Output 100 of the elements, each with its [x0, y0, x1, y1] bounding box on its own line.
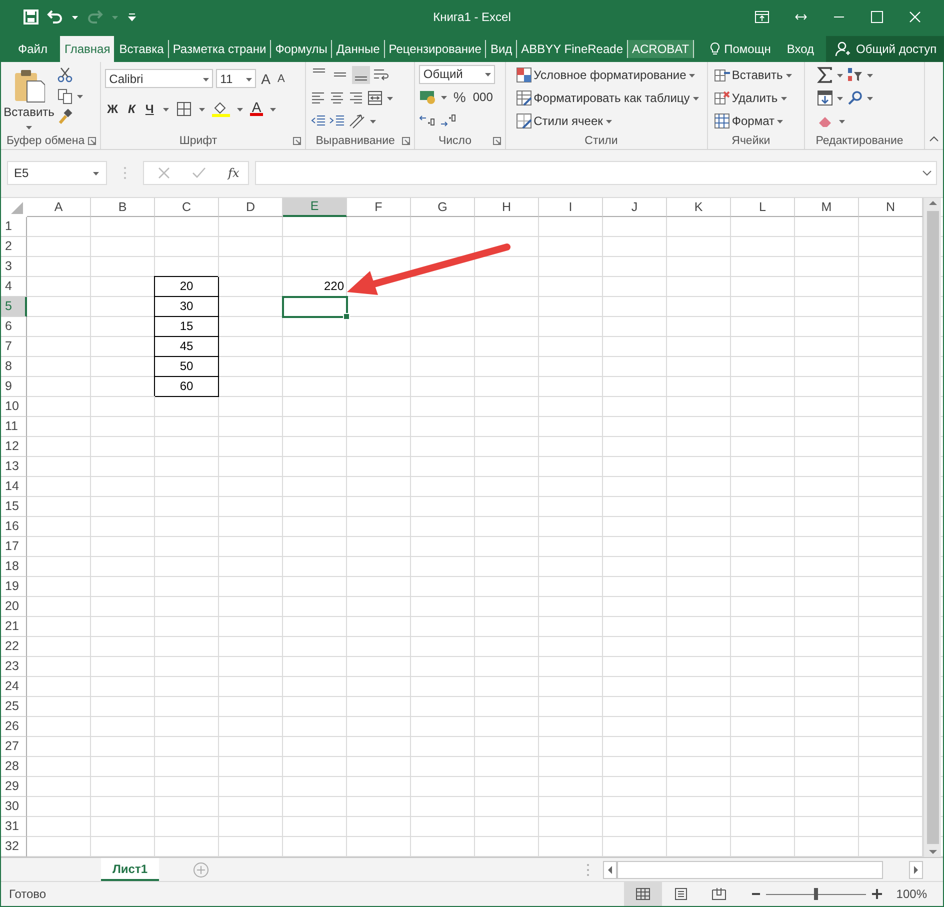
ribbon-tab[interactable]: Данные [331, 40, 384, 58]
row-header[interactable]: 7 [1, 336, 27, 357]
table-cell[interactable]: 20 [155, 276, 219, 297]
shrink-font-button[interactable]: A [276, 72, 287, 85]
font-color-button[interactable]: A [250, 101, 264, 116]
sort-filter-icon[interactable] [847, 66, 864, 83]
share-button[interactable]: Общий доступ [826, 36, 944, 62]
row-header[interactable]: 13 [1, 456, 27, 477]
percent-button[interactable]: % [451, 88, 468, 105]
underline-button[interactable]: Ч [143, 102, 156, 116]
row-header[interactable]: 25 [1, 696, 27, 717]
column-header[interactable]: L [731, 198, 795, 217]
spreadsheet-grid[interactable]: A B C D E F G H I J K L M N 1 2 3 4 20 220 5 30 6 15 7 45 8 50 9 60 10 11 12 13 14 15 16 17 18 19 20 21 22 23 24 25 26 27 28 29 30 31 32 [1, 196, 943, 857]
column-header[interactable]: B [91, 198, 155, 217]
table-cell[interactable]: 50 [155, 356, 219, 377]
currency-icon[interactable] [419, 90, 438, 104]
row-header[interactable]: 9 [1, 376, 27, 397]
format-as-table-button[interactable]: Форматировать как таблицу [514, 88, 702, 108]
row-header[interactable]: 10 [1, 396, 27, 417]
row-header[interactable]: 21 [1, 616, 27, 637]
column-header[interactable]: G [411, 198, 475, 217]
align-bottom-icon[interactable] [352, 66, 370, 84]
close-icon[interactable] [909, 10, 921, 23]
column-header[interactable]: J [603, 198, 667, 217]
borders-icon[interactable] [176, 100, 192, 117]
tell-me-button[interactable]: Помощн [702, 36, 779, 62]
expand-icon[interactable] [922, 169, 932, 178]
ribbon-tab[interactable]: ACROBAT [627, 40, 694, 58]
slider-thumb[interactable] [814, 888, 818, 900]
column-header[interactable]: K [667, 198, 731, 217]
row-header[interactable]: 3 [1, 256, 27, 277]
ribbon-tab[interactable]: Файл [9, 36, 60, 62]
paste-button[interactable]: Вставить [5, 64, 53, 134]
column-header[interactable]: C [155, 198, 219, 217]
dialog-launcher-icon[interactable] [88, 137, 96, 146]
row-header[interactable]: 28 [1, 756, 27, 777]
row-header[interactable]: 1 [1, 216, 27, 237]
row-header[interactable]: 20 [1, 596, 27, 617]
search-icon[interactable] [847, 90, 864, 106]
dialog-launcher-icon[interactable] [293, 137, 302, 146]
horizontal-scrollbar[interactable] [617, 860, 883, 879]
zoom-level[interactable]: 100% [896, 887, 927, 902]
row-header[interactable]: 2 [1, 236, 27, 257]
font-name-dropdown[interactable]: Calibri [105, 69, 214, 88]
scrollbar-thumb[interactable] [926, 210, 938, 844]
row-header[interactable]: 30 [1, 796, 27, 817]
align-right-icon[interactable] [348, 90, 364, 105]
row-header[interactable]: 12 [1, 436, 27, 457]
row-header[interactable]: 4 [1, 276, 27, 297]
row-header[interactable]: 22 [1, 636, 27, 657]
row-header[interactable]: 16 [1, 516, 27, 537]
dialog-launcher-icon[interactable] [492, 137, 501, 146]
font-size-dropdown[interactable]: 11 [216, 69, 256, 88]
merge-cells-icon[interactable] [367, 90, 384, 106]
zoom-slider[interactable] [766, 888, 866, 900]
decrease-indent-icon[interactable] [310, 114, 326, 128]
insert-function-button[interactable]: fx [228, 166, 240, 180]
row-header[interactable]: 11 [1, 416, 27, 437]
scroll-right-button[interactable] [909, 860, 923, 879]
column-header[interactable]: D [219, 198, 283, 217]
column-header[interactable]: M [795, 198, 859, 217]
row-header[interactable]: 6 [1, 316, 27, 337]
fill-color-icon[interactable] [212, 100, 230, 117]
align-center-icon[interactable] [329, 90, 346, 105]
zoom-in-icon[interactable] [872, 889, 882, 900]
row-header[interactable]: 32 [1, 836, 27, 857]
ribbon-display-icon[interactable] [755, 10, 769, 23]
save-icon[interactable] [23, 8, 39, 25]
fill-down-icon[interactable] [817, 90, 834, 106]
formula-input[interactable] [255, 161, 937, 186]
maximize-icon[interactable] [871, 10, 883, 23]
row-header[interactable]: 14 [1, 476, 27, 497]
sum-icon[interactable] [817, 66, 834, 83]
align-left-icon[interactable] [310, 90, 326, 105]
format-cells-button[interactable]: Формат [712, 110, 795, 131]
insert-cells-button[interactable]: Вставить [712, 64, 795, 85]
collapse-ribbon-icon[interactable] [929, 135, 939, 144]
row-header[interactable]: 18 [1, 556, 27, 577]
table-cell[interactable]: 15 [155, 316, 219, 337]
table-cell[interactable]: 60 [155, 376, 219, 397]
sheet-tab[interactable]: Лист1 [101, 858, 159, 882]
format-painter-icon[interactable] [57, 108, 73, 125]
column-header[interactable]: E [283, 198, 347, 217]
scroll-left-button[interactable] [603, 860, 617, 879]
name-box[interactable]: E5 [7, 161, 107, 186]
number-format-dropdown[interactable]: Общий [419, 64, 496, 84]
ribbon-tab[interactable]: Разметка страни [168, 40, 270, 58]
ribbon-tab[interactable]: Рецензирование [384, 40, 486, 58]
row-header[interactable]: 26 [1, 716, 27, 737]
copy-icon[interactable] [57, 88, 73, 104]
row-header[interactable]: 5 [1, 296, 27, 317]
fill-handle[interactable] [343, 312, 350, 320]
vertical-scrollbar[interactable] [923, 198, 941, 857]
row-header[interactable]: 31 [1, 816, 27, 837]
cell-styles-button[interactable]: Стили ячеек [514, 110, 702, 131]
undo-icon[interactable] [47, 8, 63, 25]
view-button[interactable] [624, 882, 662, 906]
row-header[interactable]: 24 [1, 676, 27, 697]
ribbon-tab[interactable]: Формулы [270, 40, 332, 58]
customize-icon[interactable] [127, 10, 137, 23]
